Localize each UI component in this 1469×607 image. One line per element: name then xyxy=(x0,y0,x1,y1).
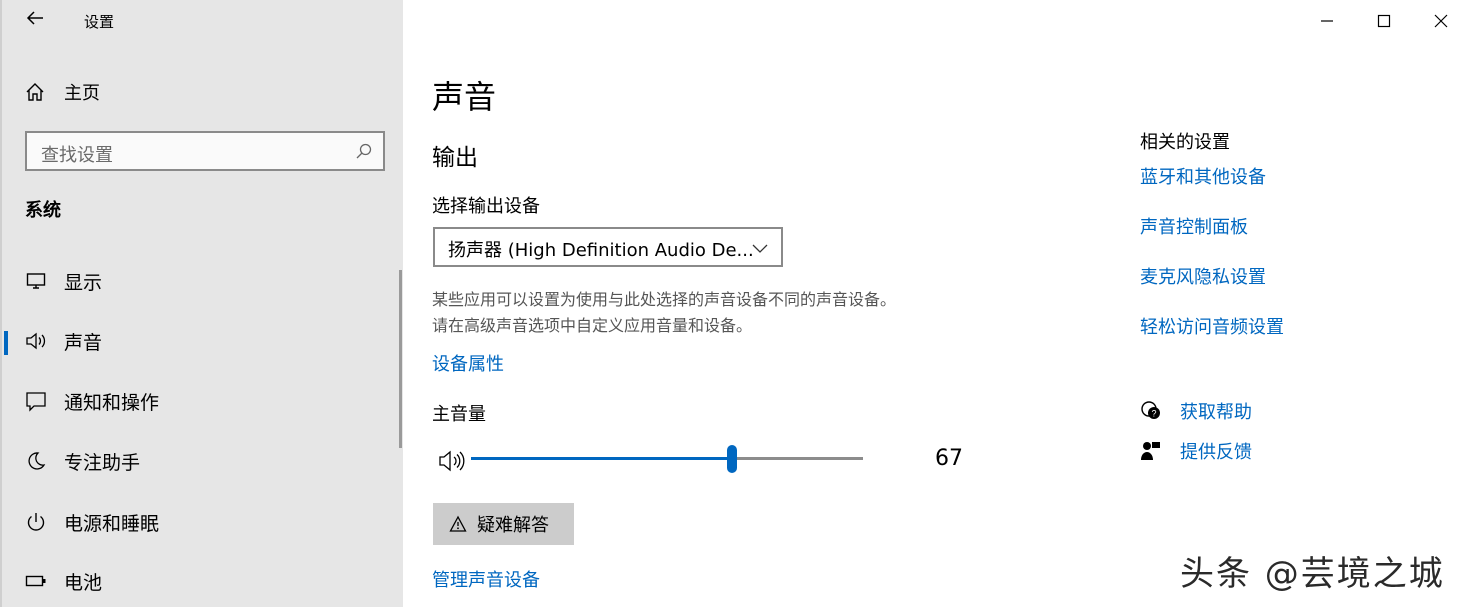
manage-sound-devices-link[interactable]: 管理声音设备 xyxy=(432,566,540,592)
output-device-value: 扬声器 (High Definition Audio De... xyxy=(448,240,754,261)
sidebar: 设置 主页 查找设置 系统 显示 声音 通知和操作 专注助手 电源和睡眠 电池 xyxy=(0,0,403,607)
give-feedback-link[interactable]: 提供反馈 xyxy=(1180,438,1252,464)
help-chat-icon: ? xyxy=(1141,401,1160,419)
sidebar-item-sound[interactable]: 声音 xyxy=(2,317,397,365)
description-line: 请在高级声音选项中自定义应用音量和设备。 xyxy=(432,316,753,335)
sidebar-item-label: 专注助手 xyxy=(64,451,141,474)
master-volume-label: 主音量 xyxy=(432,404,486,425)
sidebar-item-home[interactable]: 主页 xyxy=(24,78,100,106)
sidebar-item-label: 电源和睡眠 xyxy=(64,512,160,535)
back-arrow-icon[interactable] xyxy=(22,8,48,34)
minimize-icon[interactable] xyxy=(1312,8,1342,34)
device-properties-link[interactable]: 设备属性 xyxy=(432,350,504,376)
volume-value: 67 xyxy=(935,446,963,471)
search-input[interactable]: 查找设置 xyxy=(25,131,385,171)
battery-icon xyxy=(24,569,48,593)
device-description: 某些应用可以设置为使用与此处选择的声音设备不同的声音设备。 请在高级声音选项中自… xyxy=(432,287,896,339)
related-settings-title: 相关的设置 xyxy=(1140,132,1230,153)
sidebar-item-battery[interactable]: 电池 xyxy=(2,557,397,605)
sidebar-item-display[interactable]: 显示 xyxy=(2,257,397,305)
give-feedback-row[interactable]: 提供反馈 xyxy=(1140,438,1252,464)
related-link-bluetooth[interactable]: 蓝牙和其他设备 xyxy=(1140,163,1266,189)
description-line: 某些应用可以设置为使用与此处选择的声音设备不同的声音设备。 xyxy=(432,290,897,309)
svg-text:?: ? xyxy=(1151,409,1156,419)
speaker-icon xyxy=(24,329,48,353)
related-link-sound-control-panel[interactable]: 声音控制面板 xyxy=(1140,213,1248,239)
moon-icon xyxy=(24,449,48,473)
power-icon xyxy=(24,510,48,534)
sidebar-item-label: 通知和操作 xyxy=(64,391,160,414)
sidebar-scrollbar[interactable] xyxy=(399,270,402,448)
feedback-icon xyxy=(1141,442,1160,460)
search-placeholder: 查找设置 xyxy=(41,145,113,166)
related-link-ease-of-access-audio[interactable]: 轻松访问音频设置 xyxy=(1140,313,1284,339)
chevron-down-icon xyxy=(752,244,768,253)
slider-thumb[interactable] xyxy=(727,445,737,473)
warning-icon xyxy=(449,515,467,532)
home-icon xyxy=(26,83,44,101)
search-icon xyxy=(356,143,372,159)
sidebar-item-label: 电池 xyxy=(64,571,103,594)
display-icon xyxy=(24,269,48,293)
related-link-microphone-privacy[interactable]: 麦克风隐私设置 xyxy=(1140,263,1266,289)
sidebar-item-label: 声音 xyxy=(64,331,103,354)
notification-icon xyxy=(24,389,48,413)
section-title: 系统 xyxy=(25,200,61,221)
sidebar-item-label: 显示 xyxy=(64,271,103,294)
app-title: 设置 xyxy=(84,13,115,31)
output-device-select[interactable]: 扬声器 (High Definition Audio De... xyxy=(433,227,783,267)
close-icon[interactable] xyxy=(1426,8,1456,34)
troubleshoot-button[interactable]: 疑难解答 xyxy=(433,503,574,545)
watermark: 头条 @芸境之城 xyxy=(1180,554,1445,594)
volume-slider[interactable] xyxy=(471,445,863,475)
maximize-icon[interactable] xyxy=(1369,8,1399,34)
get-help-row[interactable]: ? 获取帮助 xyxy=(1140,398,1252,424)
output-heading: 输出 xyxy=(432,145,478,171)
get-help-link[interactable]: 获取帮助 xyxy=(1180,398,1252,424)
volume-icon[interactable] xyxy=(438,449,466,473)
page-title: 声音 xyxy=(432,78,497,116)
sidebar-item-label: 主页 xyxy=(64,83,100,104)
slider-fill xyxy=(471,457,732,460)
sidebar-item-notifications[interactable]: 通知和操作 xyxy=(2,377,397,425)
sidebar-item-power-sleep[interactable]: 电源和睡眠 xyxy=(2,498,397,546)
troubleshoot-label: 疑难解答 xyxy=(477,515,549,536)
choose-device-label: 选择输出设备 xyxy=(432,196,540,217)
sidebar-item-focus-assist[interactable]: 专注助手 xyxy=(2,437,397,485)
